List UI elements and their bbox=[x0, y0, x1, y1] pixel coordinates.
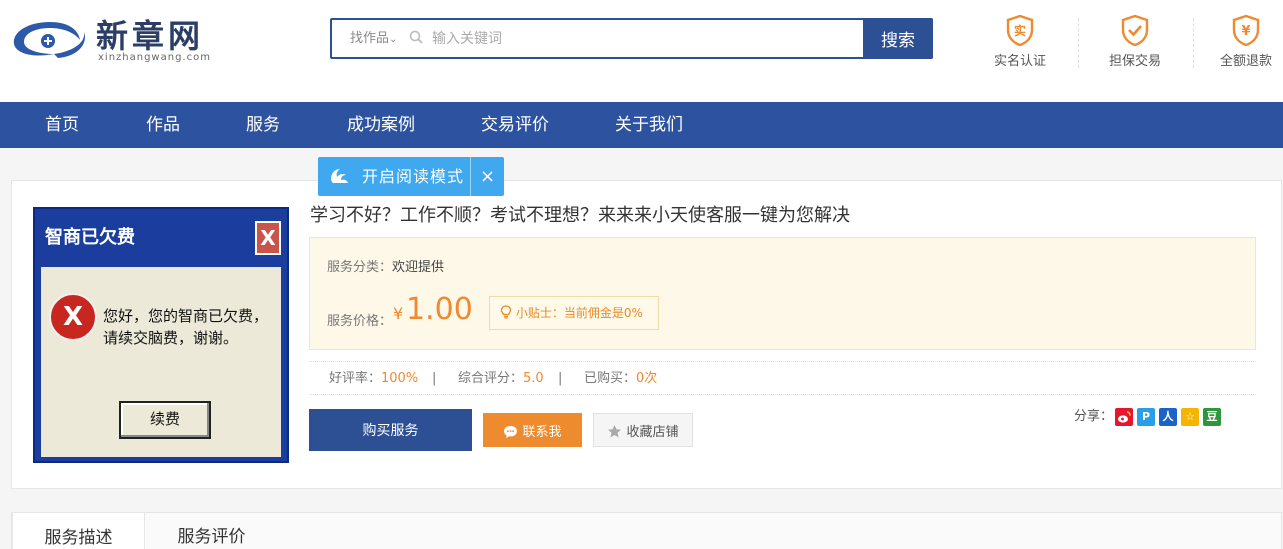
nav-item-reviews[interactable]: 交易评价 bbox=[481, 102, 549, 148]
chat-bubble-icon bbox=[504, 425, 518, 438]
guarantee-badges: 实 实名认证 担保交易 ¥ 全额退款 bbox=[965, 14, 1283, 74]
real-name-shield-icon: 实 bbox=[1006, 14, 1034, 46]
product-stats: 好评率：100% | 综合评分：5.0 | 已购买：0次 bbox=[309, 361, 1256, 395]
nav-item-cases[interactable]: 成功案例 bbox=[347, 102, 415, 148]
search-category-dropdown[interactable]: 找作品⌄ bbox=[350, 20, 397, 57]
close-icon[interactable]: × bbox=[470, 157, 504, 196]
site-header: 新章网 xinzhangwang.com 找作品⌄ 搜索 实 实名认证 担保 bbox=[0, 0, 1283, 102]
nav-item-works[interactable]: 作品 bbox=[146, 102, 180, 148]
search-category-label: 找作品 bbox=[350, 31, 390, 46]
product-image[interactable]: 智商已欠费 X X 您好，您的智商已欠费，请续交脑费，谢谢。 续费 bbox=[33, 207, 289, 463]
commission-tip: 小贴士：当前佣金是0% bbox=[489, 296, 659, 330]
weibo-icon[interactable] bbox=[1115, 408, 1133, 426]
overall-score: 综合评分：5.0 bbox=[458, 362, 544, 396]
badge-real-name[interactable]: 实 实名认证 bbox=[965, 14, 1075, 69]
escrow-shield-icon bbox=[1121, 14, 1149, 46]
search-bar: 找作品⌄ 搜索 bbox=[330, 18, 933, 59]
badge-label: 实名认证 bbox=[993, 54, 1046, 69]
error-icon: X bbox=[49, 293, 97, 341]
douban-icon[interactable]: 豆 bbox=[1203, 408, 1221, 426]
reading-mode-label: 开启阅读模式 bbox=[362, 167, 465, 186]
price-value: 1.00 bbox=[406, 292, 473, 327]
reading-mode-toggle[interactable]: 开启阅读模式 × bbox=[318, 157, 504, 196]
search-input[interactable] bbox=[432, 26, 852, 51]
bought-count-value: 0次 bbox=[636, 371, 658, 386]
price-box: 服务分类：欢迎提供 服务价格： ¥ 1.00 小贴士：当前佣金是0% bbox=[309, 237, 1256, 350]
overall-score-value: 5.0 bbox=[523, 371, 544, 386]
lightbulb-icon bbox=[500, 305, 512, 319]
nav-item-home[interactable]: 首页 bbox=[45, 102, 79, 148]
refund-shield-icon: ¥ bbox=[1232, 14, 1260, 46]
chevron-down-icon: ⌄ bbox=[389, 34, 398, 45]
product-title: 学习不好？工作不顺？考试不理想？来来来小天使客服一键为您解决 bbox=[310, 205, 850, 226]
badge-refund[interactable]: ¥ 全额退款 bbox=[1191, 14, 1283, 69]
star-icon bbox=[608, 424, 622, 437]
svg-text:¥: ¥ bbox=[1241, 24, 1250, 39]
tab-service-reviews[interactable]: 服务评价 bbox=[145, 512, 278, 549]
qq-icon[interactable]: ☆ bbox=[1181, 408, 1199, 426]
badge-label: 全额退款 bbox=[1219, 54, 1272, 69]
bought-count: 已购买：0次 bbox=[584, 362, 657, 396]
image-dialog-button: 续费 bbox=[119, 401, 211, 439]
commission-tip-text: 小贴士：当前佣金是0% bbox=[515, 306, 643, 320]
share-label: 分享： bbox=[1074, 409, 1114, 424]
search-icon bbox=[409, 30, 423, 44]
stats-divider: | bbox=[558, 371, 563, 386]
svg-text:实: 实 bbox=[1014, 23, 1026, 38]
good-rate-label: 好评率： bbox=[329, 371, 382, 386]
buy-service-button[interactable]: 购买服务 bbox=[309, 409, 472, 451]
logo-domain: xinzhangwang.com bbox=[98, 52, 211, 63]
good-rate: 好评率：100% bbox=[329, 362, 418, 396]
service-category: 服务分类：欢迎提供 bbox=[327, 256, 444, 275]
stats-divider: | bbox=[432, 371, 437, 386]
qzone-icon[interactable]: P bbox=[1137, 408, 1155, 426]
tab-service-description[interactable]: 服务描述 bbox=[12, 512, 145, 549]
image-dialog-title: 智商已欠费 bbox=[45, 227, 135, 248]
bought-count-label: 已购买： bbox=[584, 371, 637, 386]
badge-divider bbox=[1078, 18, 1079, 68]
renren-icon[interactable]: 人 bbox=[1159, 408, 1177, 426]
price-label: 服务价格： bbox=[327, 314, 393, 329]
search-button[interactable]: 搜索 bbox=[863, 18, 933, 59]
badge-escrow[interactable]: 担保交易 bbox=[1080, 14, 1190, 69]
currency-symbol: ¥ bbox=[393, 304, 404, 323]
dragon-logo-icon bbox=[13, 22, 85, 58]
main-nav: 首页 作品 服务 成功案例 交易评价 关于我们 bbox=[0, 102, 1283, 148]
uc-browser-icon bbox=[331, 169, 348, 183]
image-dialog-message: 您好，您的智商已欠费，请续交脑费，谢谢。 bbox=[103, 307, 269, 347]
nav-item-about[interactable]: 关于我们 bbox=[615, 102, 683, 148]
image-close-icon: X bbox=[255, 221, 281, 255]
nav-item-services[interactable]: 服务 bbox=[246, 102, 280, 148]
product-card: 智商已欠费 X X 您好，您的智商已欠费，请续交脑费，谢谢。 续费 学习不好？工… bbox=[11, 180, 1282, 489]
favorite-shop-label: 收藏店铺 bbox=[626, 424, 679, 440]
badge-label: 担保交易 bbox=[1108, 54, 1161, 69]
logo-name: 新章网 bbox=[96, 17, 205, 55]
site-logo[interactable]: 新章网 xinzhangwang.com bbox=[10, 14, 270, 64]
detail-tabs: 服务描述 服务评价 bbox=[11, 512, 1282, 549]
service-category-label: 服务分类： bbox=[327, 260, 393, 275]
image-dialog-body: X 您好，您的智商已欠费，请续交脑费，谢谢。 续费 bbox=[41, 267, 281, 457]
service-category-value: 欢迎提供 bbox=[392, 260, 445, 275]
favorite-shop-button[interactable]: 收藏店铺 bbox=[593, 413, 693, 447]
contact-me-label: 联系我 bbox=[522, 424, 562, 440]
contact-me-button[interactable]: 联系我 bbox=[483, 413, 582, 447]
good-rate-value: 100% bbox=[381, 371, 419, 386]
overall-score-label: 综合评分： bbox=[458, 371, 524, 386]
